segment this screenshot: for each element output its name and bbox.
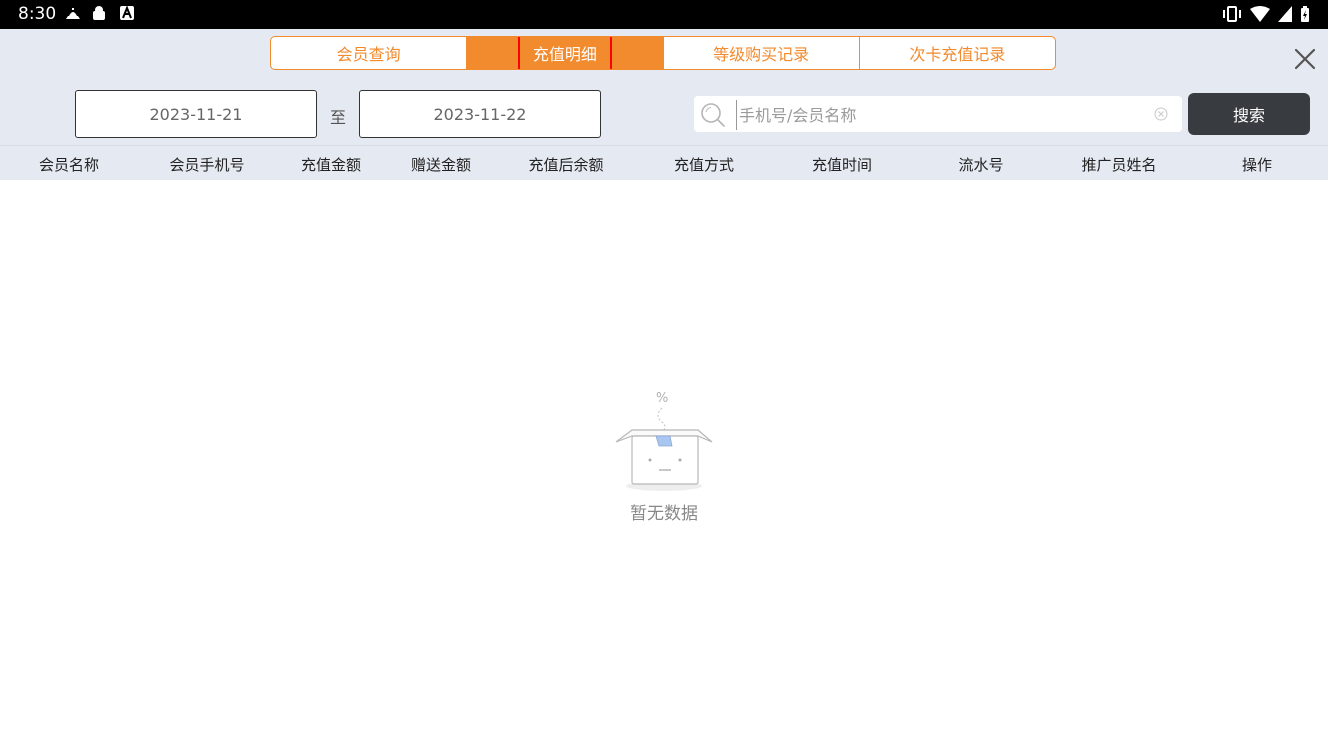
empty-state-text: 暂无数据: [630, 504, 698, 524]
tab-member-query[interactable]: 会员查询: [271, 37, 468, 69]
start-date-field[interactable]: 2023-11-21: [75, 90, 317, 138]
end-date-field[interactable]: 2023-11-22: [359, 90, 601, 138]
close-button[interactable]: [1290, 44, 1320, 74]
notification-bell-icon: [66, 8, 80, 19]
status-bar: 8:30: [0, 0, 1328, 29]
column-header-serial-number: 流水号: [958, 156, 1004, 174]
column-header-payment-method: 充值方式: [673, 156, 735, 174]
android-icon: [93, 6, 105, 20]
vibrate-icon: [1223, 6, 1241, 22]
table-header: 会员名称 会员手机号 充值金额 赠送金额 充值后余额 充值方式 充值时间 流水号…: [0, 145, 1328, 180]
battery-icon: [1301, 6, 1309, 22]
clear-icon[interactable]: [1154, 107, 1168, 121]
column-header-balance-after: 充值后余额: [528, 156, 604, 174]
status-right-icons: [1222, 6, 1310, 22]
tab-recharge-detail[interactable]: 充值明细: [467, 37, 664, 69]
svg-text:%: %: [656, 391, 668, 406]
tab-bar: 会员查询 充值明细 等级购买记录 次卡充值记录: [270, 36, 1056, 70]
search-box: [694, 96, 1182, 132]
tab-level-purchase-record[interactable]: 等级购买记录: [664, 37, 860, 69]
search-button[interactable]: 搜索: [1188, 93, 1310, 135]
column-header-member-phone: 会员手机号: [169, 156, 245, 174]
tab-times-card-recharge-record[interactable]: 次卡充值记录: [860, 37, 1055, 69]
search-icon: [701, 103, 725, 127]
column-header-bonus-amount: 赠送金额: [410, 156, 472, 174]
date-range-separator: 至: [330, 108, 347, 127]
empty-box-icon: %: [615, 391, 713, 491]
column-header-member-name: 会员名称: [38, 156, 100, 174]
wifi-icon: [1250, 6, 1270, 22]
column-header-recharge-amount: 充值金额: [300, 156, 362, 174]
column-header-promoter-name: 推广员姓名: [1081, 156, 1157, 174]
search-input[interactable]: [736, 100, 1141, 130]
column-header-recharge-time: 充值时间: [811, 156, 873, 174]
close-icon: [1294, 48, 1316, 70]
signal-icon: [1278, 6, 1292, 22]
status-time: 8:30: [18, 4, 57, 24]
keyboard-a-icon: [120, 6, 134, 20]
empty-state: % 暂无数据: [564, 388, 764, 528]
column-header-actions: 操作: [1241, 156, 1273, 174]
